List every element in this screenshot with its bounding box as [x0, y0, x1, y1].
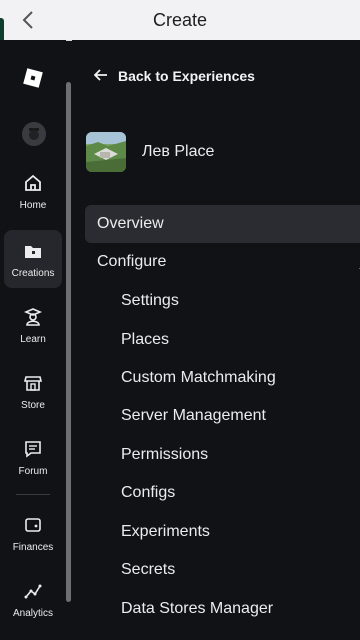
- store-icon: [22, 372, 44, 394]
- back-link-label: Back to Experiences: [118, 68, 255, 84]
- menu-item-label: Secrets: [121, 561, 176, 578]
- menu-item-permissions[interactable]: Permissions: [85, 436, 360, 474]
- wallet-icon: [22, 514, 44, 536]
- learn-icon: [22, 306, 44, 328]
- rail-item-learn[interactable]: Learn: [4, 296, 62, 354]
- rail-item-home[interactable]: Home: [4, 162, 62, 220]
- place-header: Лев Place: [86, 132, 214, 172]
- place-thumbnail: [86, 132, 126, 172]
- left-rail: Home Creations Learn Store Forum Finance…: [0, 40, 71, 640]
- menu-item-configure[interactable]: Configure: [85, 243, 360, 281]
- menu-item-label: Settings: [121, 292, 179, 309]
- rail-item-finances[interactable]: Finances: [4, 504, 62, 562]
- rail-item-label: Forum: [18, 465, 48, 477]
- home-icon: [22, 172, 44, 194]
- rail-item-creations[interactable]: Creations: [4, 230, 62, 288]
- user-avatar-icon[interactable]: [22, 122, 46, 146]
- rail-divider: [16, 494, 50, 495]
- menu-item-label: Experiments: [121, 523, 210, 540]
- main-panel: Back to Experiences Лев Place Overview C…: [72, 40, 360, 640]
- rail-item-label: Store: [21, 399, 45, 411]
- menu-item-label: Permissions: [121, 446, 209, 463]
- place-name: Лев Place: [142, 143, 215, 160]
- rail-item-analytics[interactable]: Analytics: [4, 570, 62, 628]
- page-title: Create: [152, 9, 208, 30]
- menu-item-configs[interactable]: Configs: [85, 474, 360, 512]
- menu-item-data-stores-manager[interactable]: Data Stores Manager: [85, 590, 360, 628]
- menu-item-label: Overview: [97, 215, 164, 232]
- menu-item-label: Custom Matchmaking: [121, 369, 276, 386]
- arrow-left-icon: [93, 68, 108, 84]
- creations-icon: [22, 240, 44, 262]
- menu-item-overview[interactable]: Overview: [85, 205, 360, 243]
- rail-scrollbar[interactable]: [66, 82, 71, 602]
- menu-item-secrets[interactable]: Secrets: [85, 551, 360, 589]
- menu-item-label: Server Management: [121, 407, 266, 424]
- menu-item-label: Configure: [97, 253, 167, 270]
- menu-item-experiments[interactable]: Experiments: [85, 513, 360, 551]
- rail-item-forum[interactable]: Forum: [4, 428, 62, 486]
- menu-item-label: Configs: [121, 484, 176, 501]
- roblox-logo-icon[interactable]: [23, 68, 43, 88]
- menu-item-label: Places: [121, 331, 170, 348]
- menu-item-places[interactable]: Places: [85, 321, 360, 359]
- menu-item-label: Data Stores Manager: [121, 600, 274, 617]
- rail-item-label: Finances: [12, 541, 54, 553]
- rail-item-label: Home: [19, 199, 47, 211]
- rail-item-label: Creations: [11, 267, 55, 279]
- analytics-icon: [22, 580, 44, 602]
- menu-item-server-management[interactable]: Server Management: [85, 397, 360, 435]
- rail-item-label: Learn: [20, 333, 46, 345]
- menu-item-custom-matchmaking[interactable]: Custom Matchmaking: [85, 359, 360, 397]
- top-bar: Create: [0, 0, 360, 62]
- rail-item-store[interactable]: Store: [4, 362, 62, 420]
- back-to-experiences-link[interactable]: Back to Experiences: [93, 66, 255, 86]
- menu-item-settings[interactable]: Settings: [85, 282, 360, 320]
- forum-icon: [22, 438, 44, 460]
- rail-item-label: Analytics: [12, 607, 53, 619]
